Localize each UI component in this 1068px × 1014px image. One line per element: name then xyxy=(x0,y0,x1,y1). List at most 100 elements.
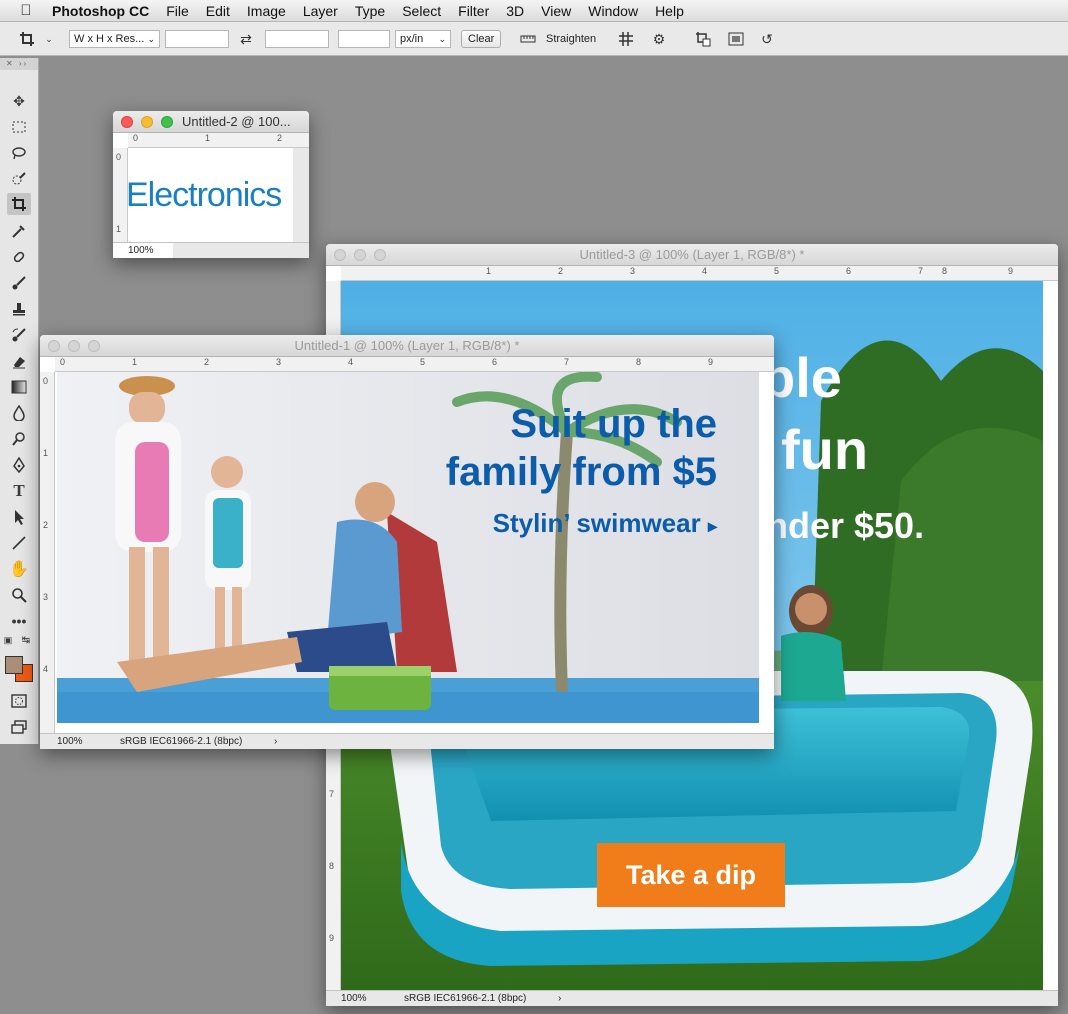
document-window-untitled-2[interactable]: Untitled-2 @ 100... 0 1 2 0 1 Electronic… xyxy=(113,111,309,258)
healing-brush-tool-icon[interactable] xyxy=(7,246,31,268)
menu-select[interactable]: Select xyxy=(402,3,441,19)
minimize-icon[interactable] xyxy=(354,249,366,261)
ruler-label: 1 xyxy=(116,224,122,234)
menu-view[interactable]: View xyxy=(541,3,571,19)
stylin-swimwear-link[interactable]: Stylin’ swimwear ▸ xyxy=(437,508,717,539)
swimwear-banner-canvas[interactable]: Suit up the family from $5 Stylin’ swimw… xyxy=(57,372,759,723)
app-name-menu[interactable]: Photoshop CC xyxy=(52,3,149,19)
menu-edit[interactable]: Edit xyxy=(206,3,230,19)
document-window-untitled-1[interactable]: Untitled-1 @ 100% (Layer 1, RGB/8*) * 0 … xyxy=(40,335,774,749)
zoom-icon[interactable] xyxy=(161,116,173,128)
close-icon[interactable] xyxy=(121,116,133,128)
path-selection-tool-icon[interactable] xyxy=(7,506,31,528)
tools-collapse-handle[interactable]: ✕ ›› xyxy=(0,58,38,70)
menu-help[interactable]: Help xyxy=(655,3,684,19)
minimize-icon[interactable] xyxy=(68,340,80,352)
zoom-level[interactable]: 100% xyxy=(341,993,367,1004)
straighten-icon[interactable] xyxy=(519,30,537,48)
subline-fragment: nder $50. xyxy=(766,505,925,546)
horizontal-ruler[interactable]: 0 1 2 3 4 5 6 7 8 9 xyxy=(55,357,774,372)
close-icon[interactable] xyxy=(48,340,60,352)
width-field[interactable] xyxy=(165,30,229,48)
quick-mask-icon[interactable] xyxy=(7,690,31,712)
height-field[interactable] xyxy=(265,30,329,48)
menu-image[interactable]: Image xyxy=(247,3,286,19)
quick-select-tool-icon[interactable] xyxy=(7,168,31,190)
delete-cropped-icon[interactable] xyxy=(694,30,712,48)
ruler-label: 1 xyxy=(43,448,49,458)
zoom-icon[interactable] xyxy=(374,249,386,261)
gradient-tool-icon[interactable] xyxy=(7,376,31,398)
lasso-tool-icon[interactable] xyxy=(7,142,31,164)
chevron-down-icon: ⌄ xyxy=(438,33,446,44)
vertical-ruler[interactable]: 0 1 2 3 4 xyxy=(40,372,55,733)
status-menu-arrow-icon[interactable]: › xyxy=(274,736,277,747)
ratio-select[interactable]: W x H x Res... ⌄ xyxy=(69,30,160,48)
content-aware-icon[interactable] xyxy=(727,30,745,48)
unit-select[interactable]: px/in ⌄ xyxy=(395,30,451,48)
chevron-down-icon[interactable]: ⌄ xyxy=(40,30,58,48)
default-colors-icon[interactable]: ▣ xyxy=(2,634,14,646)
menu-file[interactable]: File xyxy=(166,3,189,19)
crop-tool-icon[interactable] xyxy=(7,193,31,215)
horizontal-ruler[interactable]: 1 2 3 4 5 6 7 8 9 xyxy=(341,266,1058,281)
swap-colors-icon[interactable]: ↹ xyxy=(20,634,32,646)
pen-tool-icon[interactable] xyxy=(7,454,31,476)
ruler-label: 3 xyxy=(43,592,49,602)
history-brush-tool-icon[interactable] xyxy=(7,324,31,346)
window-titlebar[interactable]: Untitled-3 @ 100% (Layer 1, RGB/8*) * xyxy=(326,244,1058,266)
menu-type[interactable]: Type xyxy=(355,3,385,19)
zoom-level[interactable]: 100% xyxy=(57,736,83,747)
crop-tool-preset-icon[interactable] xyxy=(18,30,36,48)
type-tool-icon[interactable]: T xyxy=(7,480,31,502)
window-controls xyxy=(121,116,173,128)
minimize-icon[interactable] xyxy=(141,116,153,128)
electronics-canvas[interactable]: Electronics xyxy=(128,148,293,242)
eyedropper-tool-icon[interactable] xyxy=(7,220,31,242)
zoom-tool-icon[interactable] xyxy=(7,584,31,606)
ruler-label: 0 xyxy=(133,133,139,143)
horizontal-ruler[interactable]: 0 1 2 xyxy=(128,133,309,148)
eraser-tool-icon[interactable] xyxy=(7,350,31,372)
ruler-label: 4 xyxy=(43,664,49,674)
move-tool-icon[interactable]: ✥ xyxy=(7,90,31,112)
apple-icon[interactable]:  xyxy=(0,2,52,19)
color-profile: sRGB IEC61966-2.1 (8bpc) xyxy=(120,736,243,747)
vertical-ruler[interactable]: 0 1 xyxy=(113,148,128,242)
swap-icon[interactable]: ⇄ xyxy=(237,30,255,48)
menu-window[interactable]: Window xyxy=(588,3,638,19)
line-tool-icon[interactable] xyxy=(7,532,31,554)
resolution-field[interactable] xyxy=(338,30,390,48)
horizontal-scrollbar[interactable] xyxy=(173,243,309,258)
dodge-tool-icon[interactable] xyxy=(7,428,31,450)
ruler-label: 5 xyxy=(420,357,426,367)
marquee-tool-icon[interactable] xyxy=(7,116,31,138)
ruler-label: 0 xyxy=(116,152,122,162)
hand-tool-icon[interactable]: ✋ xyxy=(7,558,31,580)
ruler-label: 8 xyxy=(942,266,948,276)
foreground-color-swatch[interactable] xyxy=(5,656,23,674)
screen-mode-icon[interactable] xyxy=(7,716,31,738)
clear-button[interactable]: Clear xyxy=(461,30,502,48)
overlay-grid-icon[interactable] xyxy=(617,30,635,48)
menu-3d[interactable]: 3D xyxy=(506,3,524,19)
vertical-scrollbar[interactable] xyxy=(293,148,309,242)
close-icon[interactable] xyxy=(334,249,346,261)
reset-icon[interactable]: ↺ xyxy=(758,30,776,48)
ruler-label: 1 xyxy=(486,266,492,276)
blur-tool-icon[interactable] xyxy=(7,402,31,424)
more-tools-icon[interactable]: ••• xyxy=(7,610,31,632)
zoom-level[interactable]: 100% xyxy=(128,245,154,256)
take-a-dip-button[interactable]: Take a dip xyxy=(597,843,785,907)
brush-tool-icon[interactable] xyxy=(7,272,31,294)
straighten-label[interactable]: Straighten xyxy=(546,33,596,51)
clone-stamp-tool-icon[interactable] xyxy=(7,298,31,320)
menu-layer[interactable]: Layer xyxy=(303,3,338,19)
window-titlebar[interactable]: Untitled-2 @ 100... xyxy=(113,111,309,133)
status-menu-arrow-icon[interactable]: › xyxy=(558,993,561,1004)
zoom-icon[interactable] xyxy=(88,340,100,352)
menu-filter[interactable]: Filter xyxy=(458,3,489,19)
window-titlebar[interactable]: Untitled-1 @ 100% (Layer 1, RGB/8*) * xyxy=(40,335,774,357)
chevron-right-icon: ▸ xyxy=(707,516,717,536)
gear-icon[interactable]: ⚙ xyxy=(650,30,668,48)
